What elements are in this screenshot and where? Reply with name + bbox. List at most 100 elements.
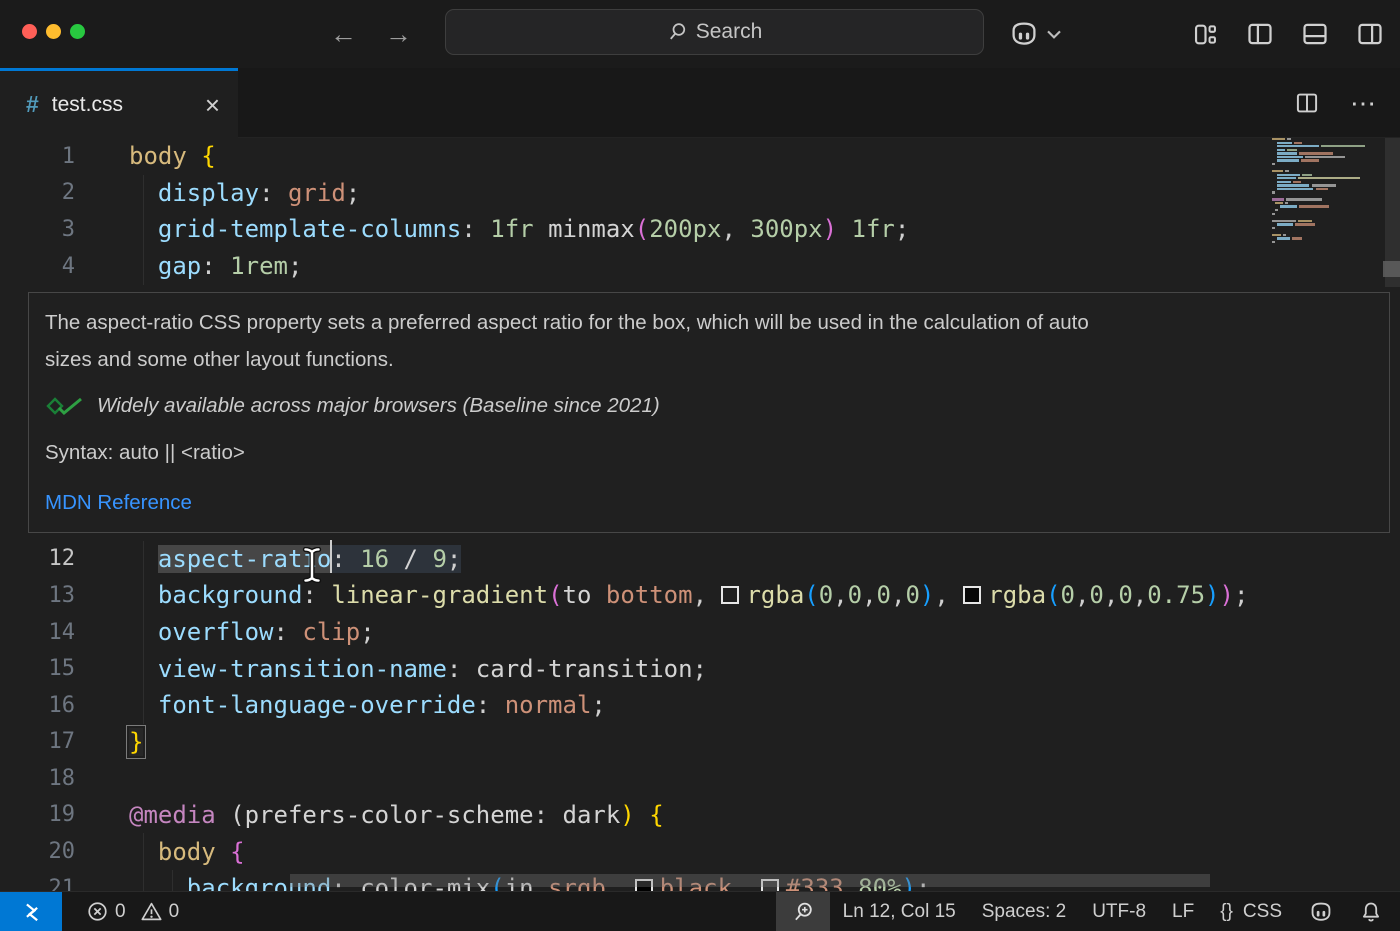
code-token: grid [288,179,346,207]
mouse-cursor-ibeam [301,547,323,583]
code-token: { [201,142,215,170]
minimap-token [1272,138,1285,140]
minimap-token [1277,145,1319,147]
line-number: 2 [0,180,75,205]
code-token: 0 [905,581,919,609]
horizontal-scrollbar[interactable] [290,874,1210,887]
code-token: rgba [988,581,1046,609]
minimap-token [1292,237,1302,239]
back-arrow-icon[interactable]: ← [330,19,357,50]
code-token [216,801,230,829]
minimap-line [1272,237,1382,239]
language-mode-status[interactable]: {} CSS [1207,892,1295,931]
code-editor[interactable]: 1body {2 display: grid;3 grid-template-c… [0,138,1400,891]
indent-guide [172,870,173,891]
minimap-line [1272,177,1382,179]
minimap-token [1277,152,1297,154]
code-token: ; [360,618,374,646]
tab-test-css[interactable]: # test.css × [0,68,238,138]
code-token: { [649,801,663,829]
mdn-reference-link[interactable]: MDN Reference [45,491,1373,515]
minimap-token [1277,177,1296,179]
minimap-line [1272,202,1382,204]
indentation-status[interactable]: Spaces: 2 [969,892,1080,931]
baseline-widely-available-icon [45,395,85,417]
toggle-primary-sidebar-icon[interactable] [1246,20,1274,48]
forward-arrow-icon[interactable]: → [385,19,412,50]
line-number: 17 [0,729,75,754]
notifications-status[interactable] [1347,892,1400,931]
code-text: aspect-ratio: 16 / 9; [129,545,461,573]
minimap-line [1272,234,1382,236]
code-line: 20 body { [0,833,1400,870]
code-token: , [1104,581,1118,609]
remote-icon [20,901,42,923]
code-token: 0 [848,581,862,609]
close-window-button[interactable] [22,24,37,39]
minimap-line [1272,241,1382,243]
copilot-status[interactable] [1295,892,1347,931]
more-actions-icon[interactable]: ⋯ [1350,88,1378,119]
minimap-line [1272,159,1382,161]
minimap-token [1283,234,1286,236]
line-number: 4 [0,254,75,279]
copilot-icon[interactable] [1008,20,1040,48]
code-token: background [158,581,303,609]
color-swatch[interactable] [963,586,981,604]
traffic-lights [22,24,85,39]
warning-count: 0 [169,901,180,923]
minimize-window-button[interactable] [46,24,61,39]
zoom-status-item[interactable] [776,892,830,931]
split-editor-icon[interactable] [1294,90,1320,116]
color-swatch[interactable] [721,586,739,604]
code-token: 1fr [852,215,895,243]
minimap-line [1272,145,1382,147]
code-token [548,801,562,829]
close-tab-icon[interactable]: × [205,92,220,118]
eol-status[interactable]: LF [1159,892,1207,931]
code-text: overflow: clip; [129,618,375,646]
code-token: 0 [877,581,891,609]
code-text: display: grid; [129,179,360,207]
code-text: body { [129,142,216,170]
minimap-token [1286,198,1322,200]
code-token [476,215,490,243]
scrollbar-handle[interactable] [1383,261,1400,277]
code-line: 4 gap: 1rem; [0,248,1400,285]
code-line: 15 view-transition-name: card-transition… [0,650,1400,687]
toggle-panel-icon[interactable] [1301,20,1329,48]
code-text: font-language-override: normal; [129,691,606,719]
code-token: ; [895,215,909,243]
minimap-line [1272,181,1382,183]
command-center-search[interactable]: Search [445,9,984,55]
customize-layout-icon[interactable] [1192,21,1219,48]
chevron-down-icon[interactable] [1046,28,1062,40]
minimap-token [1299,152,1333,154]
code-token [216,838,230,866]
zoom-window-button[interactable] [70,24,85,39]
problems-status[interactable]: 0 0 [74,892,200,931]
code-token: , [1133,581,1147,609]
line-number: 19 [0,802,75,827]
encoding-status[interactable]: UTF-8 [1079,892,1159,931]
warning-icon [141,901,162,922]
code-token: , [891,581,905,609]
code-token [534,215,548,243]
tooltip-syntax: Syntax: auto || <ratio> [45,441,1373,465]
code-token [346,545,360,573]
code-token: body [129,142,187,170]
minimap-token [1272,170,1283,172]
code-token: prefers-color-scheme [245,801,534,829]
toggle-secondary-sidebar-icon[interactable] [1356,20,1384,48]
minimap-token [1321,145,1365,147]
code-token [288,618,302,646]
code-token [274,179,288,207]
code-token: display [158,179,259,207]
cursor-position-status[interactable]: Ln 12, Col 15 [830,892,969,931]
minimap-line [1272,138,1382,140]
tooltip-baseline-text: Widely available across major browsers (… [97,394,660,418]
minimap-token [1305,156,1345,158]
minimap-token [1275,209,1278,211]
remote-indicator[interactable] [0,892,62,931]
minimap-token [1272,213,1275,215]
